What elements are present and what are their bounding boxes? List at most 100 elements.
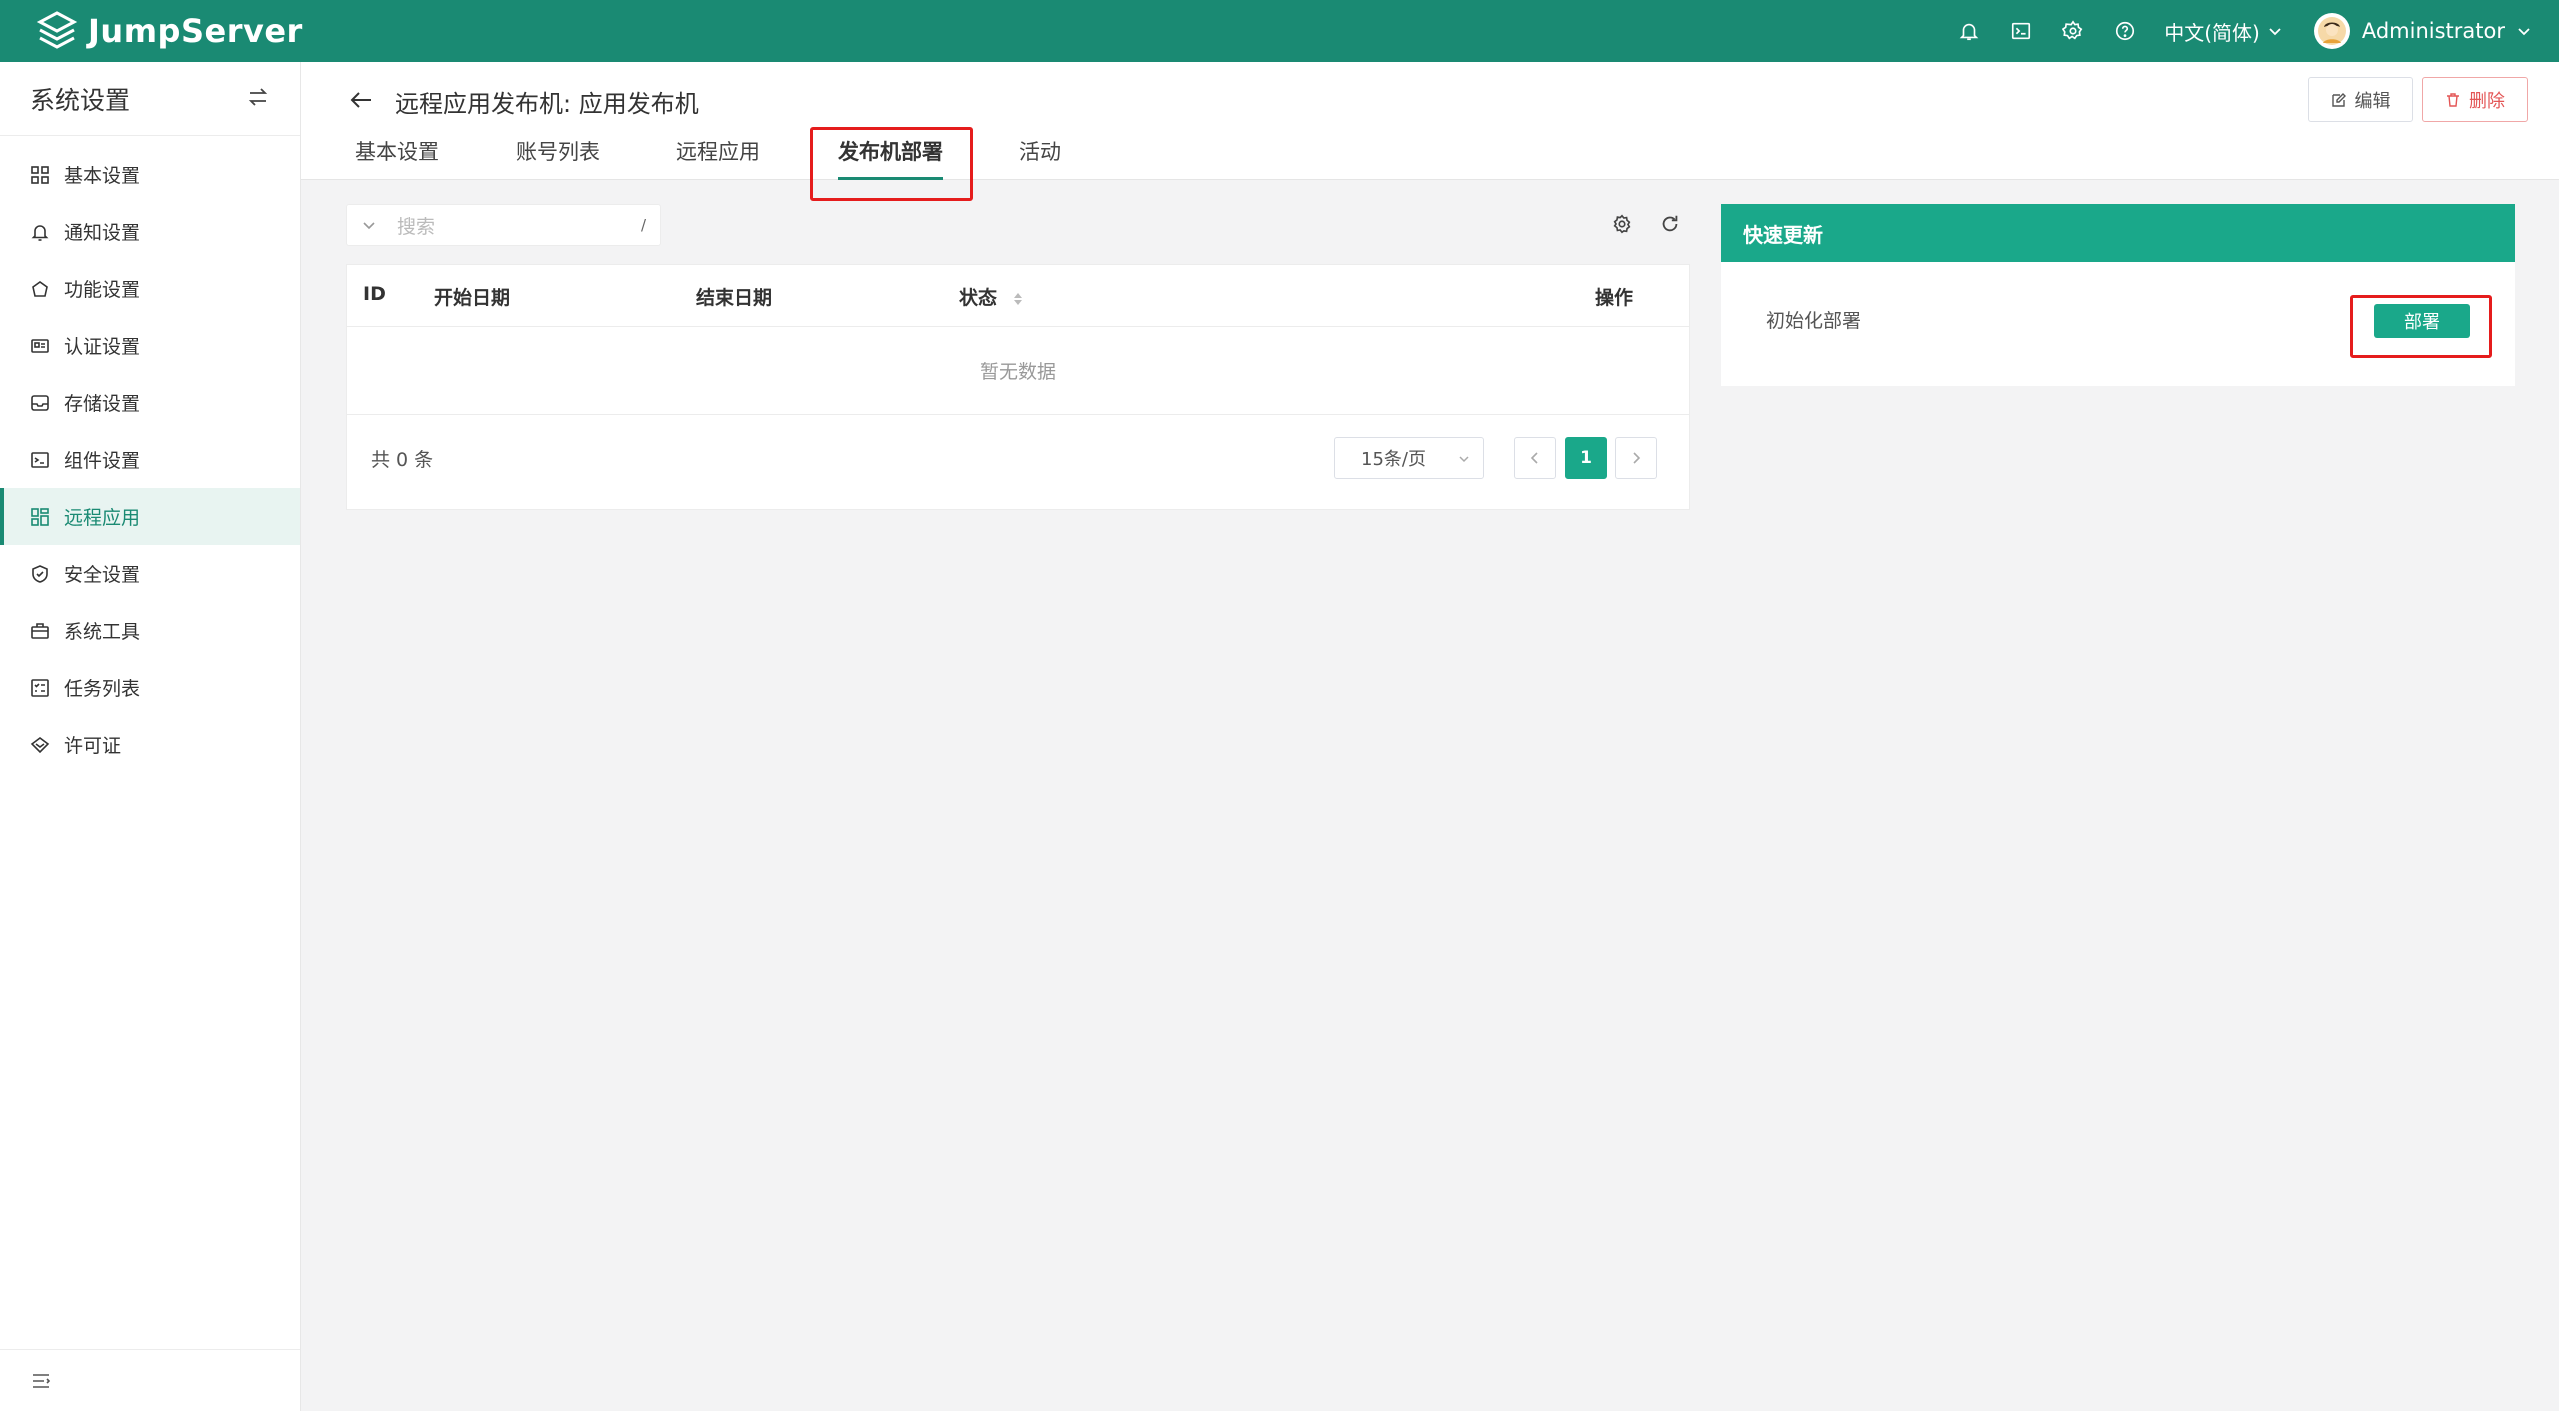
- tab-remote-apps[interactable]: 远程应用: [676, 134, 760, 180]
- sidebar-item-label: 功能设置: [64, 279, 141, 301]
- web-terminal-icon[interactable]: [2008, 18, 2034, 44]
- app-name: JumpServer: [88, 12, 303, 50]
- search-shortcut-hint: /: [640, 216, 646, 234]
- sidebar-item-feature-settings[interactable]: 功能设置: [0, 260, 300, 317]
- shield-icon: [30, 564, 50, 584]
- table-settings-gear-icon[interactable]: [1611, 213, 1633, 235]
- sidebar-title: 系统设置: [30, 85, 131, 115]
- apps-icon: [30, 507, 50, 527]
- sidebar-item-system-tools[interactable]: 系统工具: [0, 602, 300, 659]
- notification-bell-icon[interactable]: [1956, 18, 1982, 44]
- bell-icon: [30, 222, 50, 242]
- sidebar-item-basic-settings[interactable]: 基本设置: [0, 146, 300, 203]
- chevron-down-icon: [1459, 456, 1469, 463]
- empty-state: 暂无数据: [347, 327, 1689, 415]
- delete-button[interactable]: 删除: [2422, 77, 2528, 122]
- edit-button-label: 编辑: [2354, 90, 2391, 112]
- jumpserver-logo-icon: [36, 11, 78, 49]
- column-header-status[interactable]: 状态: [959, 283, 1024, 310]
- deploy-button[interactable]: 部署: [2374, 304, 2470, 338]
- username: Administrator: [2361, 19, 2505, 43]
- toolbox-icon: [30, 621, 50, 641]
- sidebar-item-label: 许可证: [64, 735, 122, 757]
- chevron-down-icon: [2518, 28, 2530, 36]
- sidebar-item-label: 组件设置: [64, 450, 141, 472]
- quick-update-row: 初始化部署 部署: [1721, 262, 2515, 386]
- search-placeholder: 搜索: [397, 215, 436, 238]
- sidebar-item-task-list[interactable]: 任务列表: [0, 659, 300, 716]
- sidebar-collapse-toggle[interactable]: [0, 1349, 300, 1411]
- sort-icon[interactable]: [1012, 291, 1024, 307]
- refresh-icon[interactable]: [1659, 213, 1681, 235]
- terminal-icon: [30, 450, 50, 470]
- page-size-value: 15条/页: [1361, 449, 1426, 470]
- sidebar-item-label: 系统工具: [64, 621, 141, 643]
- sidebar-item-label: 基本设置: [64, 165, 141, 187]
- sidebar-item-storage-settings[interactable]: 存储设置: [0, 374, 300, 431]
- tab-activity[interactable]: 活动: [1019, 134, 1061, 180]
- chevron-right-icon: [1633, 452, 1641, 464]
- inbox-icon: [30, 393, 50, 413]
- sidebar-item-security-settings[interactable]: 安全设置: [0, 545, 300, 602]
- page-number-button[interactable]: 1: [1565, 437, 1607, 479]
- page-size-select[interactable]: 15条/页: [1334, 437, 1484, 479]
- sidebar-item-remote-apps[interactable]: 远程应用: [0, 488, 300, 545]
- delete-button-label: 删除: [2469, 90, 2505, 112]
- language-selector[interactable]: 中文(简体): [2164, 17, 2282, 46]
- sidebar-item-label: 认证设置: [64, 336, 141, 358]
- column-header-start-date[interactable]: 开始日期: [434, 283, 510, 310]
- user-menu[interactable]: Administrator: [2313, 13, 2531, 49]
- id-card-icon: [30, 336, 50, 356]
- avatar: [2313, 13, 2350, 49]
- sidebar-item-label: 安全设置: [64, 564, 141, 586]
- table-header: ID 开始日期 结束日期 状态 操作: [347, 265, 1689, 327]
- sidebar-item-notification-settings[interactable]: 通知设置: [0, 203, 300, 260]
- chevron-left-icon: [1530, 452, 1538, 464]
- sidebar-menu: 基本设置 通知设置 功能设置 认证设置 存储设置 组件设置 远程应用 安全设置: [0, 136, 300, 773]
- column-header-id[interactable]: ID: [363, 283, 386, 305]
- tab-host-deployment[interactable]: 发布机部署: [838, 134, 943, 180]
- sidebar-item-license[interactable]: 许可证: [0, 716, 300, 773]
- chevron-down-icon: [2269, 28, 2281, 36]
- sidebar-item-label: 存储设置: [64, 393, 141, 415]
- tab-account-list[interactable]: 账号列表: [516, 134, 600, 180]
- switch-view-icon[interactable]: [246, 85, 270, 113]
- sidebar-header: 系统设置: [0, 62, 300, 136]
- task-list-icon: [30, 678, 50, 698]
- sidebar-item-label: 远程应用: [64, 507, 141, 529]
- back-arrow-icon[interactable]: [347, 86, 375, 114]
- sidebar-item-label: 通知设置: [64, 222, 141, 244]
- license-icon: [30, 735, 50, 755]
- logo[interactable]: JumpServer: [36, 10, 303, 52]
- feature-icon: [30, 279, 50, 299]
- tab-bar: 基本设置 账号列表 远程应用 发布机部署 活动: [355, 134, 1061, 180]
- quick-update-title: 快速更新: [1721, 204, 2515, 262]
- initial-deploy-label: 初始化部署: [1766, 310, 1862, 332]
- language-label: 中文(简体): [2164, 20, 2260, 45]
- total-count: 共 0 条: [371, 449, 434, 471]
- sidebar-item-component-settings[interactable]: 组件设置: [0, 431, 300, 488]
- settings-gear-icon[interactable]: [2060, 18, 2086, 44]
- help-icon[interactable]: [2112, 18, 2138, 44]
- search-input[interactable]: 搜索 /: [346, 204, 661, 246]
- grid-icon: [30, 165, 50, 185]
- sidebar-item-label: 任务列表: [64, 678, 141, 700]
- menu-collapse-icon: [33, 1373, 51, 1388]
- edit-icon: [2331, 92, 2346, 107]
- edit-button[interactable]: 编辑: [2308, 77, 2413, 122]
- sidebar-item-auth-settings[interactable]: 认证设置: [0, 317, 300, 374]
- tab-basic-settings[interactable]: 基本设置: [355, 134, 439, 180]
- next-page-button[interactable]: [1615, 437, 1657, 479]
- top-navbar: JumpServer 中文(简体) Administrator: [0, 0, 2559, 62]
- deployment-table: ID 开始日期 结束日期 状态 操作 暂无数据 共 0 条 15条/页 1: [346, 264, 1690, 510]
- column-header-actions: 操作: [1595, 287, 1634, 309]
- column-header-status-label: 状态: [959, 287, 998, 309]
- quick-update-panel: 快速更新 初始化部署 部署: [1721, 204, 2515, 386]
- chevron-down-icon: [363, 222, 375, 230]
- column-header-end-date[interactable]: 结束日期: [696, 283, 772, 310]
- table-footer: 共 0 条 15条/页 1: [347, 415, 1689, 509]
- page-title: 远程应用发布机: 应用发布机: [395, 90, 699, 118]
- prev-page-button[interactable]: [1514, 437, 1556, 479]
- trash-icon: [2447, 92, 2459, 107]
- page-header: 远程应用发布机: 应用发布机 编辑 删除 基本设置 账号列表 远程应用 发布机部…: [301, 62, 2559, 180]
